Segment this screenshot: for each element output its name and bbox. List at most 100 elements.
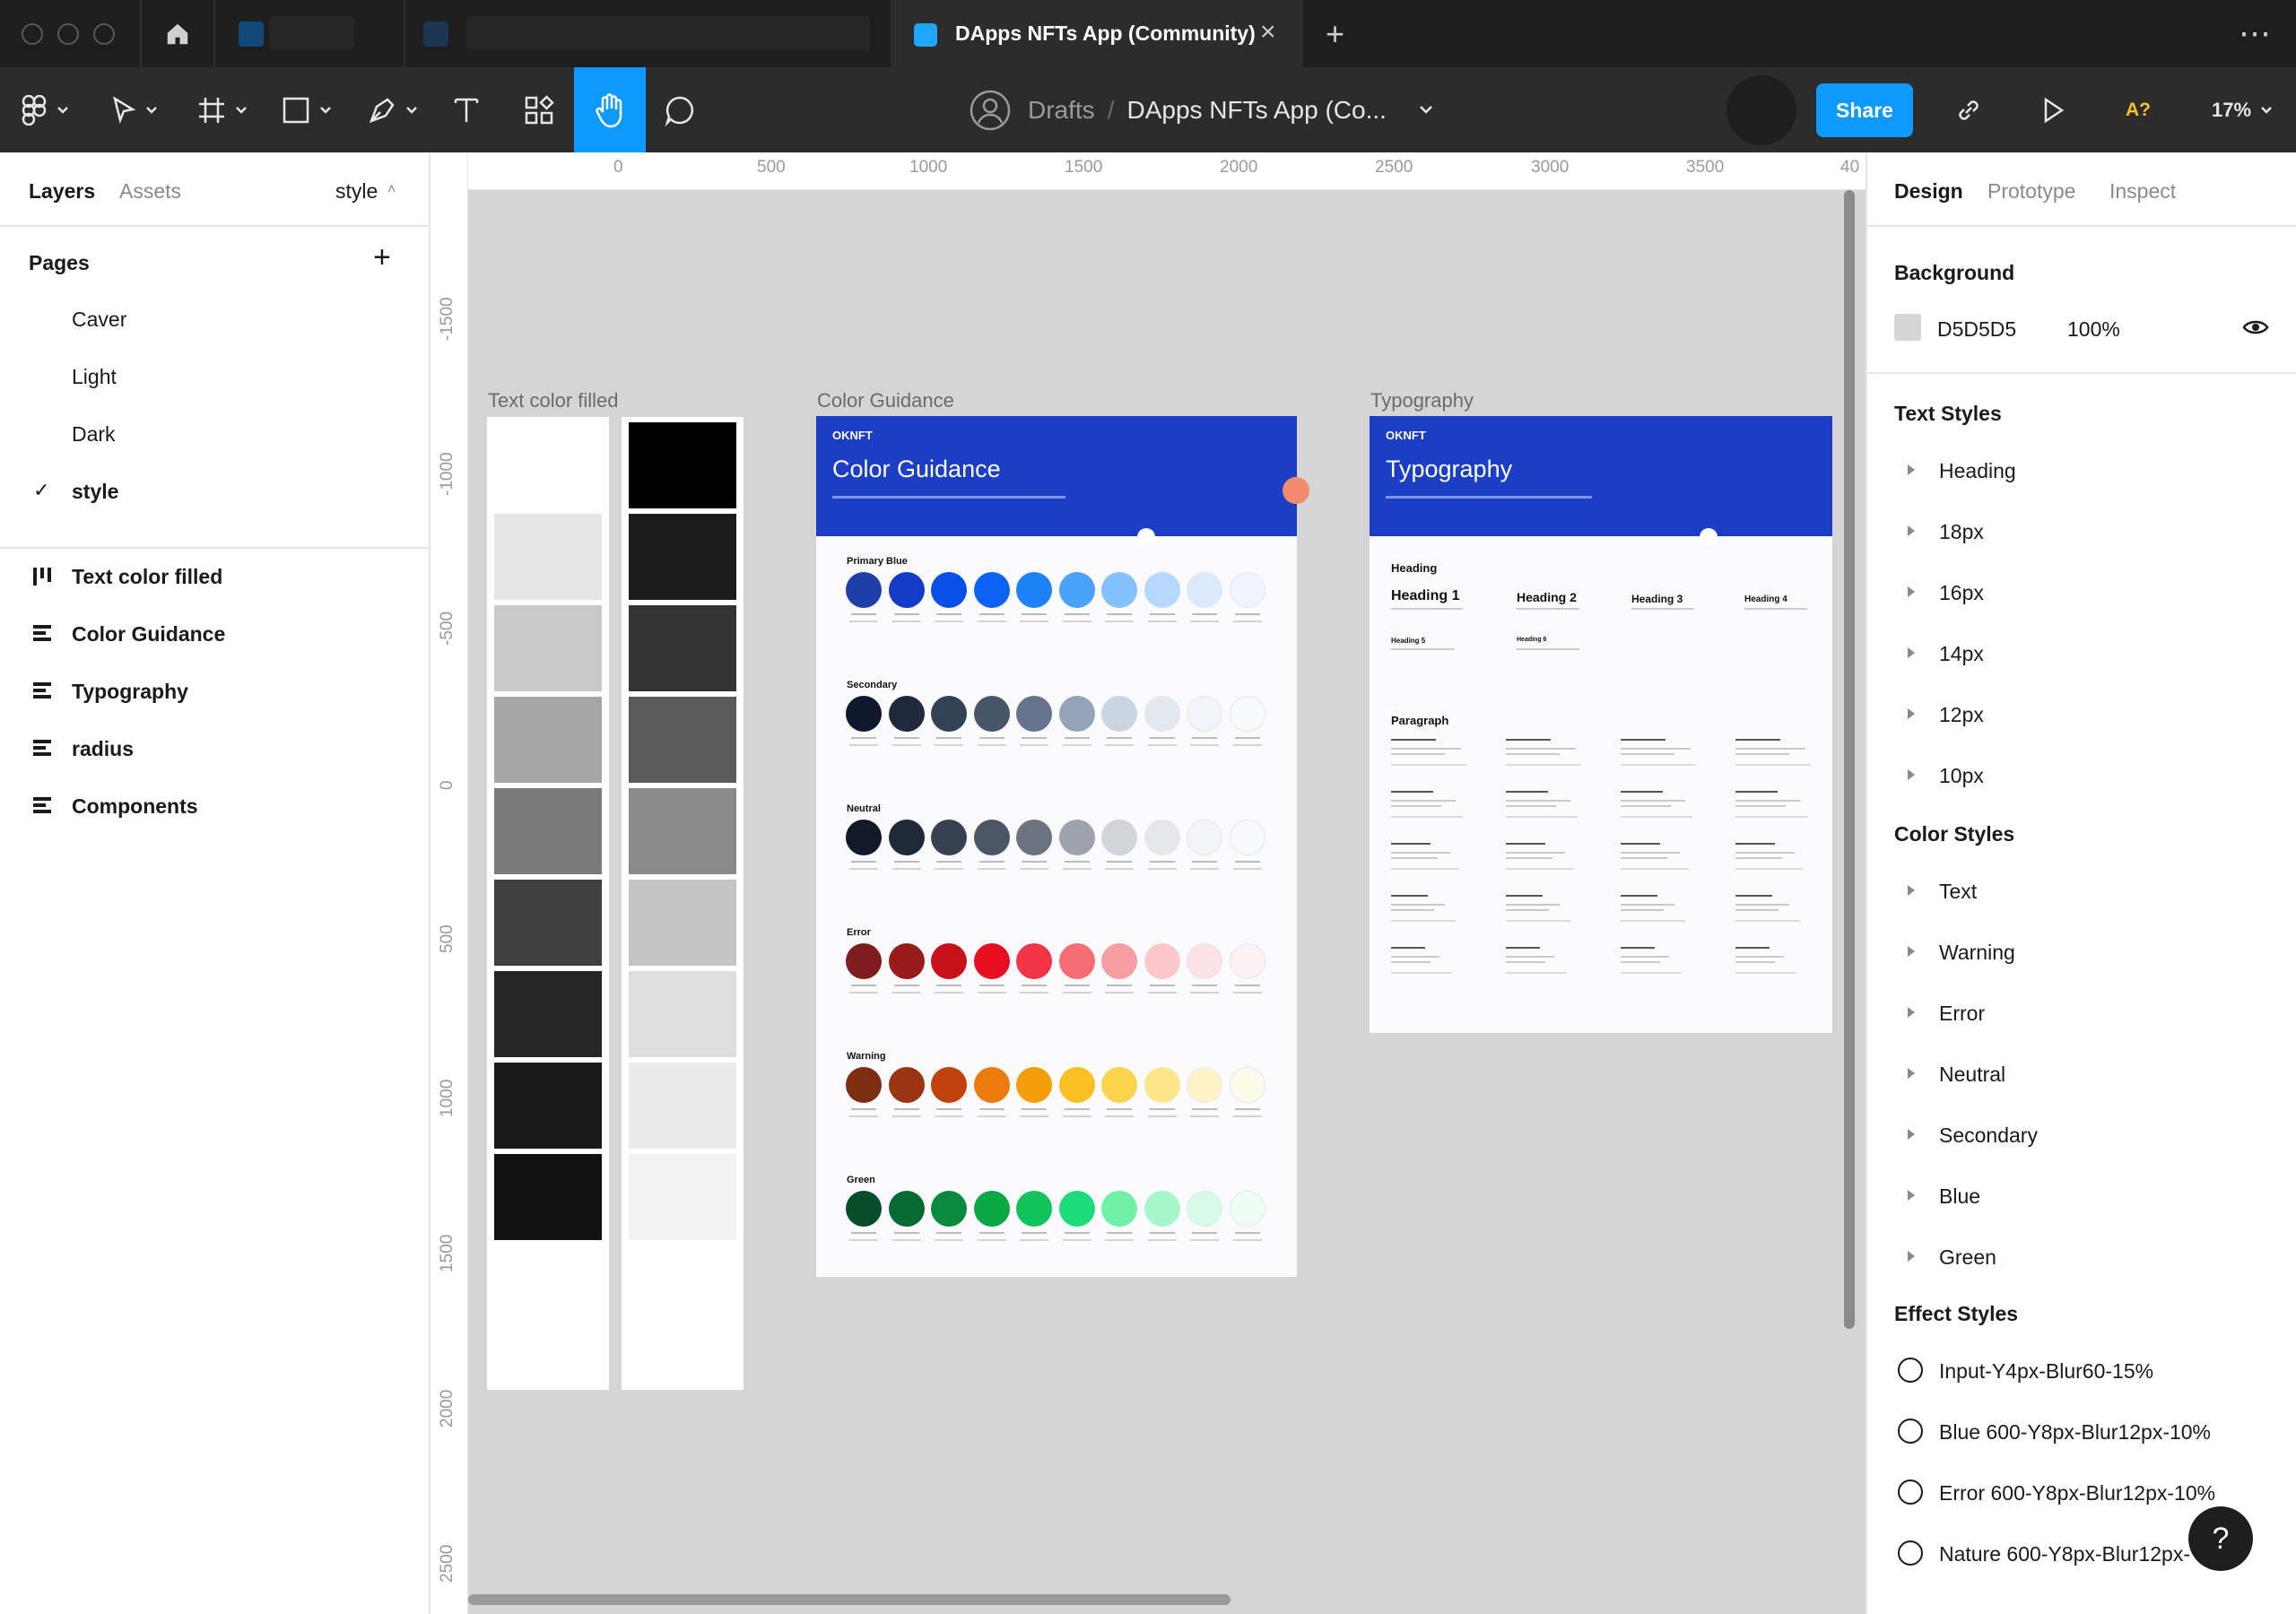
comment-tool-button[interactable] [657, 67, 703, 152]
color-swatch-dot[interactable] [1016, 820, 1052, 855]
home-icon[interactable] [160, 18, 196, 50]
move-tool-button[interactable] [103, 67, 166, 152]
color-swatch-dot[interactable] [1144, 696, 1180, 732]
tab-layers[interactable]: Layers [29, 179, 95, 204]
maximize-window-control[interactable] [93, 23, 115, 45]
current-user-avatar[interactable] [1726, 75, 1796, 145]
color-swatch[interactable] [494, 1063, 602, 1149]
horizontal-scrollbar[interactable] [468, 1594, 1231, 1605]
color-swatch[interactable] [494, 605, 602, 691]
color-swatch-dot[interactable] [1016, 572, 1052, 608]
color-swatch-dot[interactable] [1229, 572, 1265, 608]
color-swatch-dot[interactable] [1016, 1067, 1052, 1103]
tab-design[interactable]: Design [1894, 179, 1963, 204]
color-swatch[interactable] [494, 788, 602, 874]
color-swatch[interactable] [629, 514, 736, 600]
color-swatch-dot[interactable] [973, 943, 1010, 979]
color-swatch-dot[interactable] [931, 696, 967, 732]
color-swatch-dot[interactable] [846, 696, 882, 732]
color-swatch-dot[interactable] [1229, 696, 1265, 732]
frame-tool-button[interactable] [190, 67, 255, 152]
color-swatch-dot[interactable] [1101, 1191, 1137, 1227]
color-swatch-dot[interactable] [931, 1191, 967, 1227]
color-swatch-dot[interactable] [846, 1067, 882, 1103]
color-swatch-dot[interactable] [1144, 820, 1180, 855]
color-swatch-dot[interactable] [1229, 820, 1265, 855]
color-swatch[interactable] [494, 971, 602, 1057]
more-menu-button[interactable]: ⋯ [2239, 14, 2271, 52]
color-swatch[interactable] [494, 422, 602, 508]
file-name[interactable]: DApps NFTs App (Co... [1126, 96, 1386, 125]
color-swatch-dot[interactable] [1187, 572, 1222, 608]
hand-tool-button[interactable] [574, 67, 646, 152]
color-swatch-dot[interactable] [1058, 820, 1095, 855]
color-swatch-dot[interactable] [1187, 696, 1222, 732]
color-guidance-frame[interactable]: OKNFT Color Guidance Primary Blue Seconda… [816, 416, 1309, 1277]
background-color-swatch[interactable] [1894, 314, 1921, 341]
background-opacity-input[interactable]: 100% [2067, 317, 2120, 342]
close-window-control[interactable] [22, 23, 43, 45]
breadcrumb-drafts[interactable]: Drafts [1028, 96, 1095, 125]
share-button[interactable]: Share [1816, 83, 1913, 137]
eye-icon[interactable] [2242, 317, 2269, 337]
add-page-icon[interactable]: + [373, 240, 391, 275]
color-swatch[interactable] [629, 788, 736, 874]
color-swatch-dot[interactable] [1101, 572, 1137, 608]
zoom-menu[interactable]: 17% [2202, 67, 2283, 152]
frame-label-text-color-filled[interactable]: Text color filled [488, 389, 619, 412]
resources-button[interactable] [516, 67, 562, 152]
close-tab-icon[interactable]: × [1260, 17, 1276, 48]
color-swatch-dot[interactable] [931, 943, 967, 979]
color-swatch-dot[interactable] [973, 1067, 1010, 1103]
color-swatch-dot[interactable] [973, 696, 1010, 732]
frame-label-color-guidance[interactable]: Color Guidance [817, 389, 954, 412]
vertical-scrollbar[interactable] [1844, 190, 1855, 1329]
color-swatch-dot[interactable] [1144, 1067, 1180, 1103]
copy-link-button[interactable] [1946, 67, 1991, 152]
color-swatch-dot[interactable] [888, 696, 925, 732]
color-swatch-dot[interactable] [1229, 1067, 1265, 1103]
color-swatch[interactable] [494, 1154, 602, 1240]
tab-inspect[interactable]: Inspect [2109, 179, 2176, 204]
text-tool-button[interactable] [444, 67, 489, 152]
color-swatch-dot[interactable] [973, 1191, 1010, 1227]
color-swatch-dot[interactable] [1187, 1191, 1222, 1227]
color-swatch-dot[interactable] [1101, 1067, 1137, 1103]
color-swatch-dot[interactable] [1187, 1067, 1222, 1103]
light-swatch-column[interactable] [487, 417, 609, 1390]
color-swatch-dot[interactable] [888, 1067, 925, 1103]
color-swatch-dot[interactable] [888, 820, 925, 855]
color-swatch-dot[interactable] [1229, 1191, 1265, 1227]
color-swatch-dot[interactable] [931, 820, 967, 855]
color-swatch-dot[interactable] [846, 820, 882, 855]
color-swatch[interactable] [629, 422, 736, 508]
page-selector[interactable]: style [335, 179, 378, 204]
color-swatch[interactable] [494, 514, 602, 600]
color-swatch-dot[interactable] [1229, 943, 1265, 979]
color-swatch[interactable] [494, 880, 602, 966]
color-swatch-dot[interactable] [888, 943, 925, 979]
tab-active-file[interactable]: DApps NFTs App (Community) × [891, 0, 1303, 67]
color-swatch-dot[interactable] [1058, 696, 1095, 732]
main-menu-button[interactable] [13, 67, 76, 152]
new-tab-button[interactable]: + [1326, 15, 1344, 53]
color-swatch-dot[interactable] [1101, 696, 1137, 732]
color-swatch-dot[interactable] [888, 1191, 925, 1227]
pen-tool-button[interactable] [361, 67, 425, 152]
color-swatch-dot[interactable] [1144, 1191, 1180, 1227]
color-swatch-dot[interactable] [1187, 820, 1222, 855]
color-swatch-dot[interactable] [1144, 572, 1180, 608]
shape-tool-button[interactable] [274, 67, 339, 152]
color-swatch-dot[interactable] [1187, 943, 1222, 979]
dark-swatch-column[interactable] [622, 417, 744, 1390]
color-swatch-dot[interactable] [1101, 943, 1137, 979]
color-swatch[interactable] [494, 697, 602, 783]
minimize-window-control[interactable] [57, 23, 79, 45]
color-swatch-dot[interactable] [973, 572, 1010, 608]
color-swatch-dot[interactable] [931, 572, 967, 608]
chevron-up-icon[interactable]: ˄ [387, 182, 396, 198]
color-swatch-dot[interactable] [846, 943, 882, 979]
color-swatch-dot[interactable] [1058, 1067, 1095, 1103]
color-swatch-dot[interactable] [973, 820, 1010, 855]
missing-fonts-indicator[interactable]: A? [2118, 67, 2158, 152]
